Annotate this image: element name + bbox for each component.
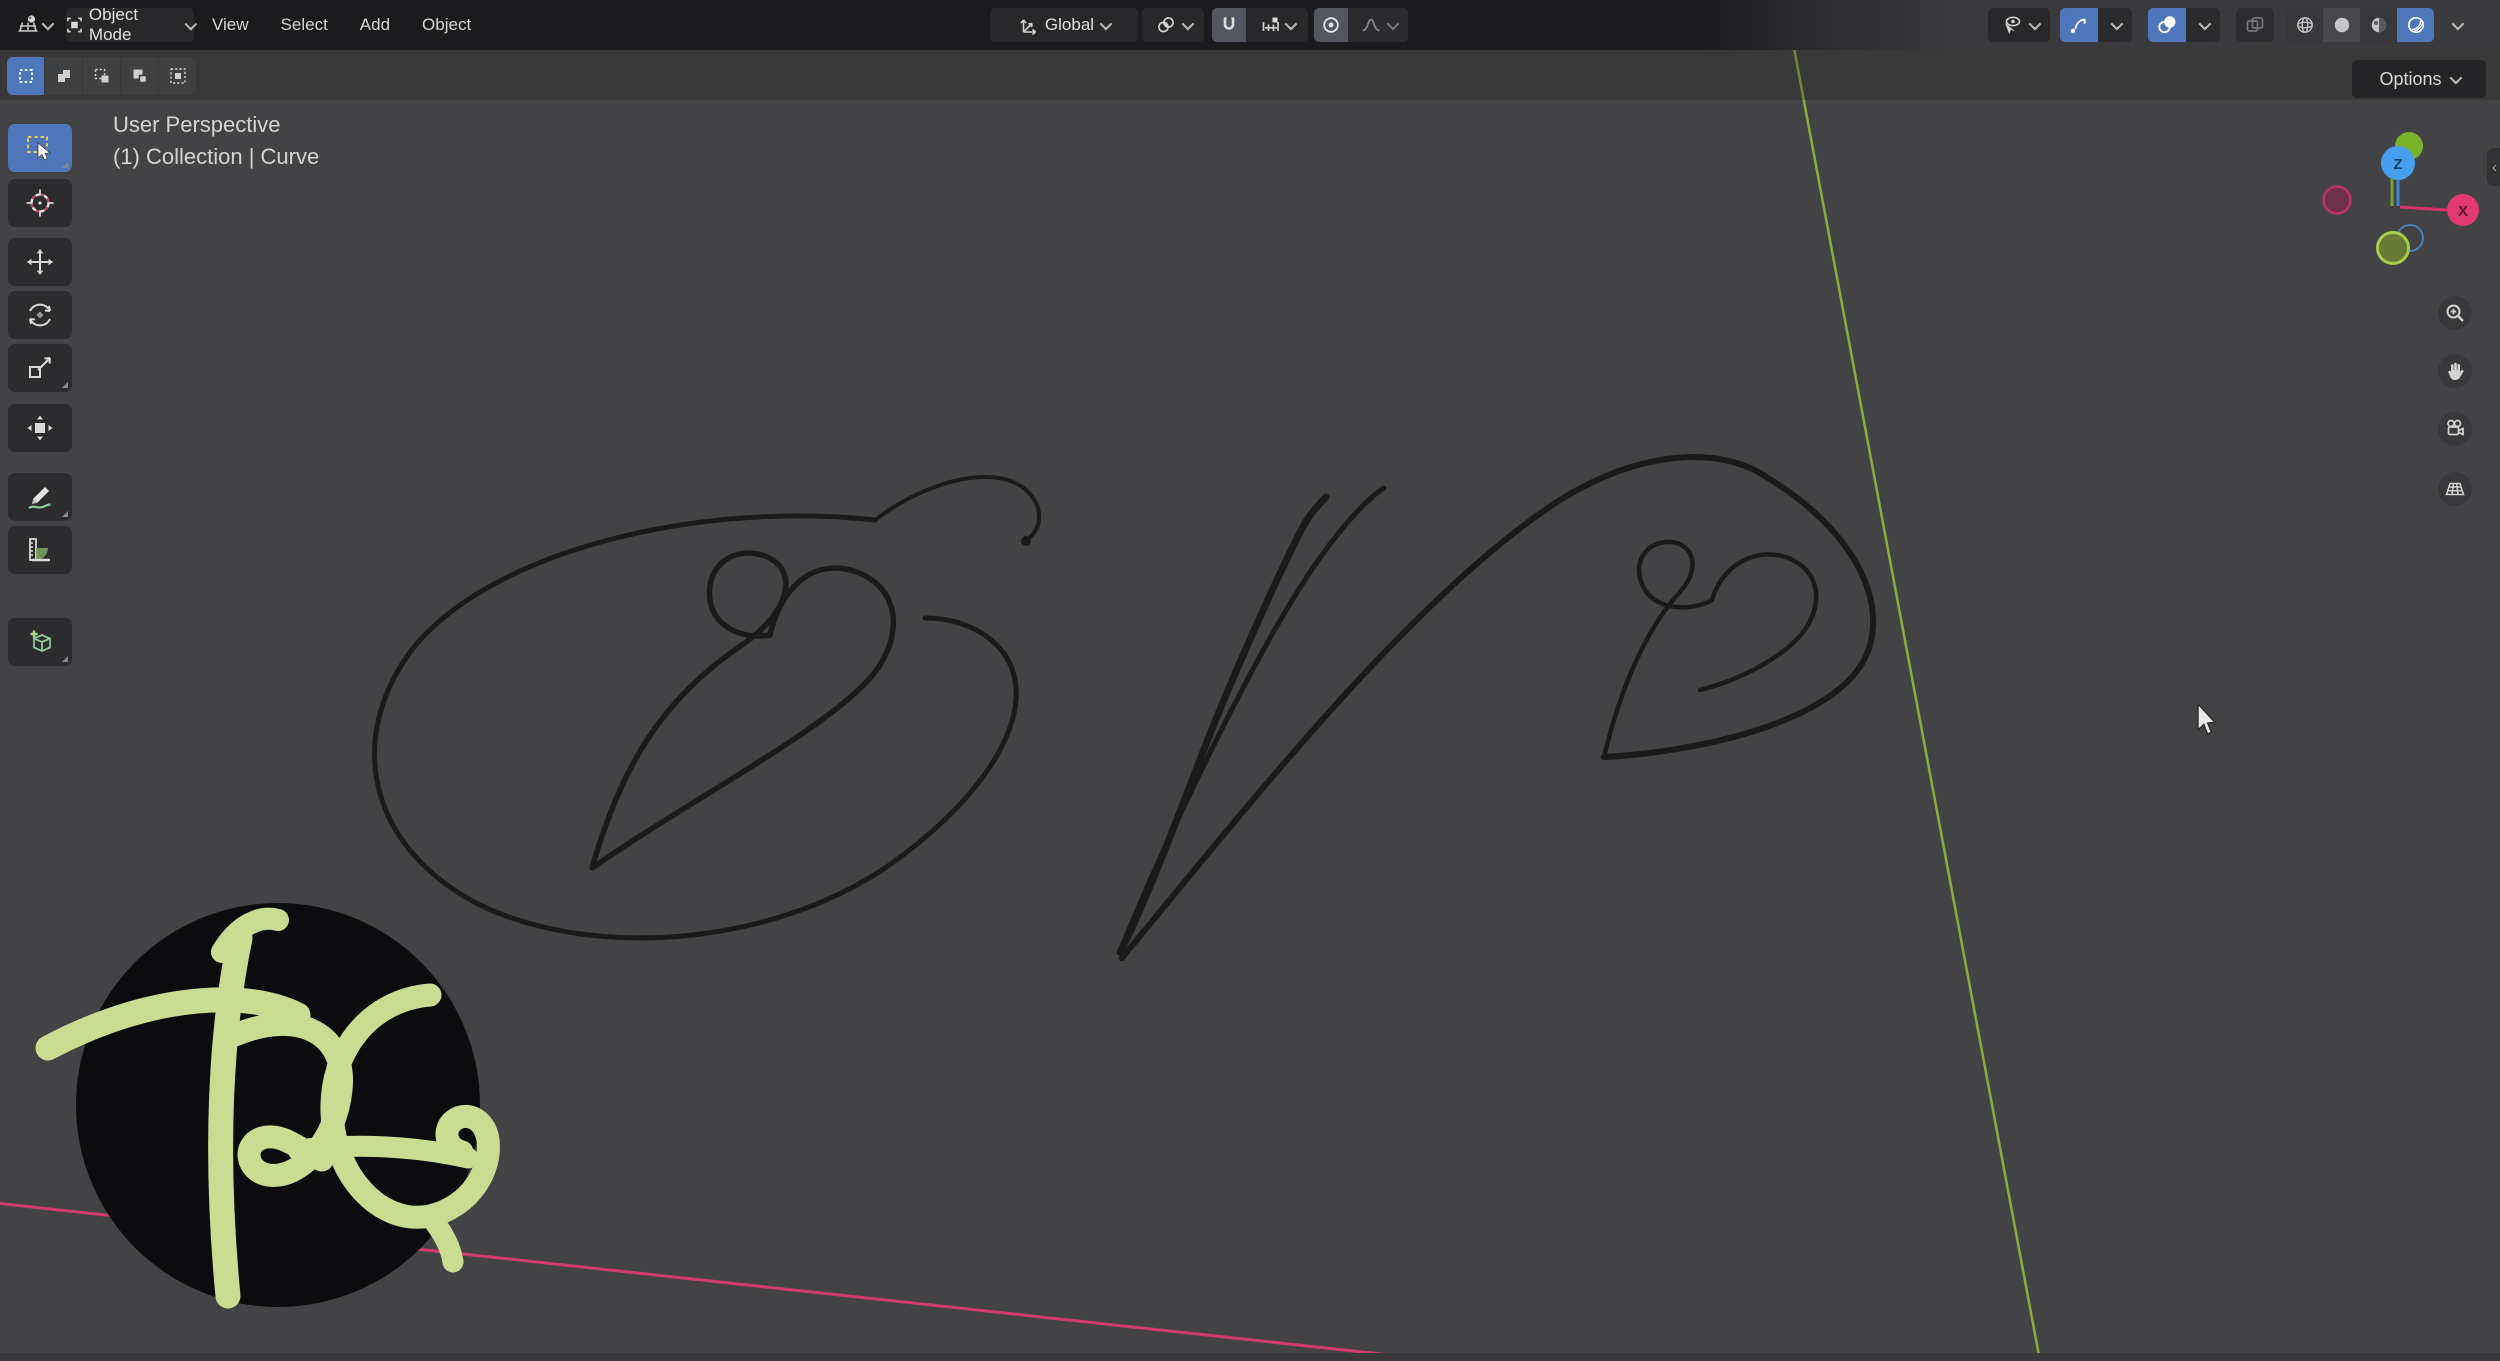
- snap-increment-icon: [1260, 15, 1280, 35]
- toggle-perspective-button[interactable]: [2438, 472, 2472, 506]
- collection-breadcrumb: (1) Collection | Curve: [113, 144, 319, 170]
- viewport-canvas[interactable]: [0, 0, 2500, 1361]
- select-mode-invert-button[interactable]: [121, 57, 158, 95]
- select-mode-subtract-button[interactable]: [83, 57, 120, 95]
- orientation-global-icon: [1019, 15, 1039, 35]
- mode-label: Object Mode: [89, 5, 180, 45]
- gizmo-neg-y-ball[interactable]: [2378, 233, 2409, 264]
- tool-rotate[interactable]: [8, 291, 72, 339]
- gizmos-dropdown[interactable]: [2098, 8, 2132, 42]
- tool-scale[interactable]: [8, 344, 72, 392]
- gizmo-x-label: X: [2458, 203, 2468, 220]
- zoom-button[interactable]: [2438, 296, 2472, 330]
- snap-magnet-icon: [1219, 15, 1239, 35]
- perspective-grid-icon: [2443, 477, 2467, 501]
- object-mode-icon: [66, 16, 83, 34]
- camera-icon: [2443, 417, 2467, 441]
- proportional-falloff-dropdown[interactable]: [1348, 8, 1408, 42]
- tool-annotate[interactable]: [8, 473, 72, 521]
- pivot-point-icon: [1156, 15, 1176, 35]
- gizmo-z-label: Z: [2393, 156, 2402, 173]
- proportional-editing-icon: [1321, 15, 1341, 35]
- orientation-label: Global: [1045, 15, 1094, 35]
- 3d-viewport-editor-icon: [17, 14, 39, 36]
- wireframe-shading-icon: [2294, 14, 2316, 36]
- zoom-icon: [2443, 301, 2467, 325]
- editor-type-button[interactable]: [6, 8, 62, 42]
- falloff-curve-icon: [1360, 15, 1382, 35]
- tool-select-box[interactable]: [8, 124, 72, 172]
- hand-icon: [2443, 359, 2467, 383]
- shading-material-button[interactable]: [2360, 8, 2397, 42]
- mouse-cursor: [2197, 703, 2219, 737]
- sidebar-toggle[interactable]: ‹: [2487, 148, 2500, 186]
- tool-settings-bar: [0, 50, 2500, 100]
- menu-select[interactable]: Select: [277, 15, 332, 35]
- select-mode-intersect-button[interactable]: [159, 57, 196, 95]
- show-overlays-toggle[interactable]: [2148, 8, 2186, 42]
- gizmos-icon: [2068, 14, 2090, 36]
- overlays-group: [2148, 8, 2220, 42]
- shading-mode-group: [2286, 8, 2434, 42]
- menu-object[interactable]: Object: [418, 15, 475, 35]
- tool-add-cube[interactable]: [8, 618, 72, 666]
- select-mode-set-button[interactable]: [7, 57, 44, 95]
- y-axis-line: [1785, 0, 2040, 1361]
- proportional-group: [1314, 8, 1408, 42]
- gizmo-neg-x-ball[interactable]: [2324, 187, 2351, 214]
- tool-measure[interactable]: [8, 526, 72, 574]
- snap-to-dropdown[interactable]: [1246, 8, 1308, 42]
- sidebar-toggle-arrow-icon: ‹: [2492, 159, 2497, 176]
- tool-move[interactable]: [8, 238, 72, 286]
- snap-toggle-button[interactable]: [1212, 8, 1246, 42]
- overlays-icon: [2156, 14, 2178, 36]
- tool-options-corner: [62, 511, 68, 517]
- object-visibility-icon: [2001, 14, 2023, 36]
- gizmos-group: [2060, 8, 2132, 42]
- shading-rendered-button[interactable]: [2397, 8, 2434, 42]
- proportional-editing-toggle[interactable]: [1314, 8, 1348, 42]
- view-perspective-label: User Perspective: [113, 112, 281, 138]
- pan-button[interactable]: [2438, 354, 2472, 388]
- tool-cursor[interactable]: [8, 179, 72, 227]
- options-dropdown[interactable]: Options: [2352, 60, 2486, 98]
- transform-orientation-dropdown[interactable]: Global: [990, 8, 1138, 42]
- xray-icon: [2244, 14, 2266, 36]
- xray-toggle[interactable]: [2236, 8, 2274, 42]
- tool-options-corner: [62, 382, 68, 388]
- camera-view-button[interactable]: [2438, 412, 2472, 446]
- menu-add[interactable]: Add: [356, 15, 394, 35]
- material-preview-shading-icon: [2368, 14, 2390, 36]
- signature-curve[interactable]: [375, 457, 1874, 958]
- window-bottom-edge: [0, 1353, 2500, 1361]
- object-visibility-dropdown[interactable]: [1988, 8, 2050, 42]
- snapping-group: [1212, 8, 1308, 42]
- show-gizmos-toggle[interactable]: [2060, 8, 2098, 42]
- overlays-dropdown[interactable]: [2186, 8, 2220, 42]
- viewport-header: Object Mode View Select Add Object Globa…: [0, 0, 2500, 50]
- select-mode-extend-button[interactable]: [45, 57, 82, 95]
- menu-view[interactable]: View: [208, 15, 253, 35]
- pg-logo: [48, 903, 488, 1307]
- solid-shading-icon: [2331, 14, 2353, 36]
- blender-window: Object Mode View Select Add Object Globa…: [0, 0, 2500, 1361]
- tool-options-corner: [62, 656, 68, 662]
- options-label: Options: [2379, 69, 2441, 90]
- pivot-point-dropdown[interactable]: [1142, 8, 1204, 42]
- tool-transform[interactable]: [8, 404, 72, 452]
- tool-options-corner: [62, 162, 68, 168]
- navigation-axis-gizmo[interactable]: Z X: [2300, 95, 2500, 295]
- select-mode-group: [7, 57, 196, 95]
- shading-dropdown[interactable]: [2440, 8, 2472, 42]
- rendered-shading-icon: [2405, 14, 2427, 36]
- mode-dropdown[interactable]: Object Mode: [66, 8, 194, 42]
- shading-solid-button[interactable]: [2323, 8, 2360, 42]
- shading-wireframe-button[interactable]: [2286, 8, 2323, 42]
